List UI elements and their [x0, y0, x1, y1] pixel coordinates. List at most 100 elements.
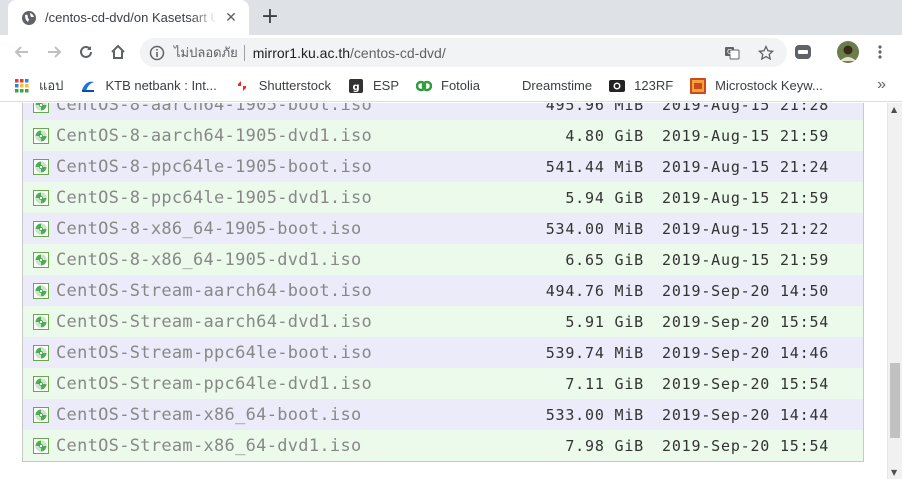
- home-button[interactable]: [106, 40, 130, 64]
- file-row: CentOS-8-aarch64-1905-boot.iso 495.96 MiB…: [23, 103, 863, 120]
- disc-file-icon: [33, 103, 49, 113]
- file-link[interactable]: CentOS-8-ppc64le-1905-dvd1.iso: [56, 188, 372, 208]
- extension-button[interactable]: [791, 40, 815, 64]
- file-size: 539.74 MiB: [545, 343, 644, 362]
- file-size: 533.00 MiB: [545, 405, 644, 424]
- file-link[interactable]: CentOS-Stream-aarch64-boot.iso: [56, 281, 372, 301]
- bookmark-microstock[interactable]: Microstock Keyw...: [690, 77, 823, 94]
- bookmark-label: ESP: [373, 78, 400, 93]
- address-bar[interactable]: ไม่ปลอดภัย mirror1.ku.ac.th/centos-cd-dv…: [140, 38, 787, 67]
- disc-file-icon: [33, 376, 49, 392]
- file-row: CentOS-Stream-aarch64-boot.iso 494.76 MiB…: [23, 275, 863, 306]
- ktb-icon: [80, 78, 96, 94]
- bookmarks-overflow-icon[interactable]: »: [877, 76, 886, 94]
- file-link[interactable]: CentOS-Stream-aarch64-dvd1.iso: [56, 312, 372, 332]
- file-size: 6.65 GiB: [565, 250, 644, 269]
- file-size: 4.80 GiB: [565, 126, 644, 145]
- avatar: [837, 41, 859, 63]
- disc-file-icon: [33, 314, 49, 330]
- toolbar: ไม่ปลอดภัย mirror1.ku.ac.th/centos-cd-dv…: [0, 35, 902, 70]
- file-date: 2019-Aug-15 21:59: [662, 250, 830, 269]
- disc-file-icon: [33, 221, 49, 237]
- esp-icon: g: [348, 78, 364, 94]
- file-date: 2019-Aug-15 21:24: [662, 157, 830, 176]
- globe-icon: [22, 10, 36, 25]
- close-tab-icon[interactable]: ✕: [223, 10, 239, 26]
- file-row: CentOS-8-x86_64-1905-boot.iso 534.00 MiB 2…: [23, 213, 863, 244]
- file-link[interactable]: CentOS-8-aarch64-1905-boot.iso: [56, 103, 372, 115]
- file-date: 2019-Sep-20 15:54: [662, 374, 830, 393]
- disc-file-icon: [33, 190, 49, 206]
- bookmark-esp[interactable]: g ESP: [348, 78, 399, 94]
- file-size: 495.96 MiB: [545, 103, 644, 114]
- back-button[interactable]: [10, 40, 34, 64]
- file-row: CentOS-8-aarch64-1905-dvd1.iso 4.80 GiB 20…: [23, 120, 863, 151]
- file-size: 534.00 MiB: [545, 219, 644, 238]
- file-date: 2019-Aug-15 21:28: [662, 103, 830, 114]
- svg-text:g: g: [353, 82, 360, 93]
- scroll-down-arrow-icon[interactable]: ▼: [891, 468, 897, 477]
- file-date: 2019-Aug-15 21:59: [662, 188, 830, 207]
- translate-icon[interactable]: G: [723, 44, 741, 62]
- line-extension-icon: [795, 45, 811, 59]
- file-link[interactable]: CentOS-Stream-ppc64le-boot.iso: [56, 343, 372, 363]
- file-link[interactable]: CentOS-8-x86_64-1905-boot.iso: [56, 219, 362, 239]
- file-link[interactable]: CentOS-Stream-x86_64-boot.iso: [56, 405, 362, 425]
- menu-button[interactable]: [868, 40, 892, 64]
- microstock-icon: [690, 77, 707, 94]
- apps-grid-icon: [14, 78, 30, 94]
- disc-file-icon: [33, 407, 49, 423]
- bookmark-label: Dreamstime: [522, 78, 593, 93]
- file-row: CentOS-Stream-ppc64le-boot.iso 539.74 MiB…: [23, 337, 863, 368]
- bookmarks-bar: แอป KTB netbank : Int... Shutterstock g …: [0, 70, 902, 102]
- profile-button[interactable]: [836, 40, 860, 64]
- file-date: 2019-Aug-15 21:59: [662, 126, 830, 145]
- svg-text:G: G: [727, 48, 732, 56]
- file-date: 2019-Sep-20 14:46: [662, 343, 830, 362]
- kebab-menu-icon: [878, 45, 882, 59]
- bookmark-label: Microstock Keyw...: [715, 78, 823, 93]
- bookmark-label: 123RF: [634, 78, 674, 93]
- bookmark-label: Shutterstock: [258, 78, 331, 93]
- scroll-up-arrow-icon[interactable]: ▲: [891, 105, 897, 114]
- file-size: 7.11 GiB: [565, 374, 644, 393]
- tab-strip: /centos-cd-dvd/on Kasetsart U ✕ +: [0, 0, 902, 35]
- vertical-scrollbar[interactable]: ▲ ▼: [887, 103, 902, 479]
- info-icon[interactable]: [149, 45, 165, 61]
- file-row: CentOS-Stream-x86_64-dvd1.iso 7.98 GiB 201…: [23, 430, 863, 461]
- home-icon: [111, 44, 125, 59]
- file-date: 2019-Sep-20 15:54: [662, 312, 830, 331]
- bookmark-apps[interactable]: แอป: [14, 75, 63, 96]
- 123rf-icon: [609, 78, 626, 94]
- bookmark-123rf[interactable]: 123RF: [609, 78, 673, 94]
- forward-button[interactable]: [42, 40, 66, 64]
- security-status[interactable]: ไม่ปลอดภัย: [174, 42, 238, 63]
- omnibox-divider: [243, 44, 245, 61]
- file-link[interactable]: CentOS-8-x86_64-1905-dvd1.iso: [56, 250, 362, 270]
- bookmark-dreamstime[interactable]: Dreamstime: [497, 78, 592, 94]
- file-size: 7.98 GiB: [565, 436, 644, 455]
- file-link[interactable]: CentOS-Stream-x86_64-dvd1.iso: [56, 436, 362, 456]
- file-size: 5.91 GiB: [565, 312, 644, 331]
- file-size: 5.94 GiB: [565, 188, 644, 207]
- reload-button[interactable]: [74, 40, 98, 64]
- bookmark-shutterstock[interactable]: Shutterstock: [234, 78, 331, 94]
- bookmark-ktb[interactable]: KTB netbank : Int...: [80, 78, 217, 94]
- bookmark-fotolia[interactable]: Fotolia: [416, 78, 480, 94]
- bookmark-star-icon[interactable]: [757, 44, 775, 62]
- file-date: 2019-Aug-15 21:22: [662, 219, 830, 238]
- scrollbar-thumb[interactable]: [890, 363, 900, 438]
- file-link[interactable]: CentOS-8-ppc64le-1905-boot.iso: [56, 157, 372, 177]
- forward-arrow-icon: [48, 46, 62, 58]
- url-text[interactable]: mirror1.ku.ac.th/centos-cd-dvd/: [253, 45, 446, 61]
- file-row: CentOS-8-ppc64le-1905-boot.iso 541.44 MiB…: [23, 151, 863, 182]
- disc-file-icon: [33, 283, 49, 299]
- disc-file-icon: [33, 438, 49, 454]
- active-tab[interactable]: /centos-cd-dvd/on Kasetsart U ✕: [8, 0, 249, 35]
- file-link[interactable]: CentOS-8-aarch64-1905-dvd1.iso: [56, 126, 372, 146]
- url-path: /centos-cd-dvd/: [350, 44, 446, 61]
- file-link[interactable]: CentOS-Stream-ppc64le-dvd1.iso: [56, 374, 372, 394]
- new-tab-button[interactable]: +: [258, 6, 282, 30]
- page-content: CentOS-8-aarch64-1905-boot.iso 495.96 MiB…: [0, 103, 887, 479]
- file-row: CentOS-Stream-x86_64-boot.iso 533.00 MiB 2…: [23, 399, 863, 430]
